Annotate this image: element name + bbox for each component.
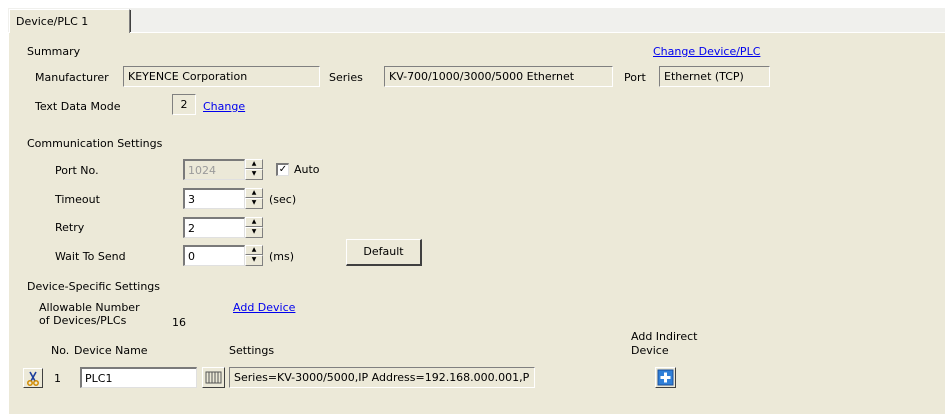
wait-to-send-input[interactable]: 0 [183,245,245,266]
retry-input[interactable]: 2 [183,217,245,238]
default-button-label: Default [363,245,404,258]
allowable-number-label: Allowable Number [39,301,140,314]
device-name-input[interactable]: PLC1 [80,367,197,388]
retry-label: Retry [55,221,85,234]
device-name-value: PLC1 [85,372,113,385]
tab-divider [130,10,131,32]
auto-label: Auto [294,163,320,176]
default-button[interactable]: Default [346,239,422,266]
summary-heading: Summary [27,45,81,58]
text-data-mode-change-link[interactable]: Change [203,100,245,113]
wait-to-send-unit: (ms) [269,250,295,263]
wait-to-send-spinner[interactable]: ▲ ▼ [245,245,263,266]
text-data-mode-value: 2 [180,98,188,111]
add-device-link[interactable]: Add Device [233,301,295,314]
port-no-value: 1024 [188,164,216,177]
text-data-mode-label: Text Data Mode [35,100,121,113]
port-no-label: Port No. [55,164,99,177]
port-no-spinner[interactable]: ▲ ▼ [245,159,263,180]
settings-panel [8,32,945,414]
spin-down-arrow-icon[interactable]: ▼ [245,198,263,209]
spin-down-arrow-icon[interactable]: ▼ [245,227,263,238]
column-header-no: No. [51,344,70,357]
tab-device-plc-1[interactable]: Device/PLC 1 [9,9,130,33]
timeout-unit: (sec) [269,193,297,206]
spin-up-arrow-icon[interactable]: ▲ [245,245,263,255]
spin-up-arrow-icon[interactable]: ▲ [245,159,263,169]
manufacturer-label: Manufacturer [35,71,109,84]
port-value: Ethernet (TCP) [664,70,744,83]
column-header-device-name: Device Name [74,344,148,357]
column-header-add-indirect-line2: Device [631,344,669,357]
manufacturer-field: KEYENCE Corporation [123,66,320,87]
scissors-icon [27,371,39,386]
row-number: 1 [54,372,61,385]
spin-down-arrow-icon[interactable]: ▼ [245,255,263,266]
add-indirect-device-button[interactable] [655,367,676,388]
spin-down-arrow-icon[interactable]: ▼ [245,169,263,180]
tab-label: Device/PLC 1 [16,15,89,28]
timeout-label: Timeout [55,193,100,206]
column-header-settings: Settings [229,344,275,357]
series-value: KV-700/1000/3000/5000 Ethernet [389,70,575,83]
settings-button[interactable] [202,367,225,388]
series-label: Series [329,71,363,84]
communication-settings-heading: Communication Settings [27,137,163,150]
auto-checkbox[interactable]: ✓ [276,163,289,176]
port-no-input[interactable]: 1024 [183,159,245,180]
change-device-plc-link[interactable]: Change Device/PLC [653,45,760,58]
spin-up-arrow-icon[interactable]: ▲ [245,217,263,227]
checkmark-icon: ✓ [278,164,288,175]
settings-grid-icon [205,371,222,384]
device-specific-heading: Device-Specific Settings [27,280,161,293]
port-field: Ethernet (TCP) [659,66,770,87]
retry-spinner[interactable]: ▲ ▼ [245,217,263,238]
allowable-number-label-line2: of Devices/PLCs [39,314,127,327]
timeout-spinner[interactable]: ▲ ▼ [245,188,263,209]
text-data-mode-field: 2 [172,94,196,115]
port-label: Port [624,71,646,84]
spin-up-arrow-icon[interactable]: ▲ [245,188,263,198]
timeout-input[interactable]: 3 [183,188,245,209]
wait-to-send-label: Wait To Send [55,250,126,263]
manufacturer-value: KEYENCE Corporation [128,70,248,83]
column-header-add-indirect: Add Indirect [631,330,698,343]
series-field: KV-700/1000/3000/5000 Ethernet [384,66,613,87]
delete-row-button[interactable] [23,368,43,388]
plus-icon [657,369,674,386]
allowable-number-value: 16 [172,316,186,329]
retry-value: 2 [188,222,195,235]
settings-summary-value: Series=KV-3000/5000,IP Address=192.168.0… [234,371,530,384]
timeout-value: 3 [188,193,195,206]
wait-to-send-value: 0 [188,250,195,263]
settings-summary-field: Series=KV-3000/5000,IP Address=192.168.0… [229,367,535,388]
